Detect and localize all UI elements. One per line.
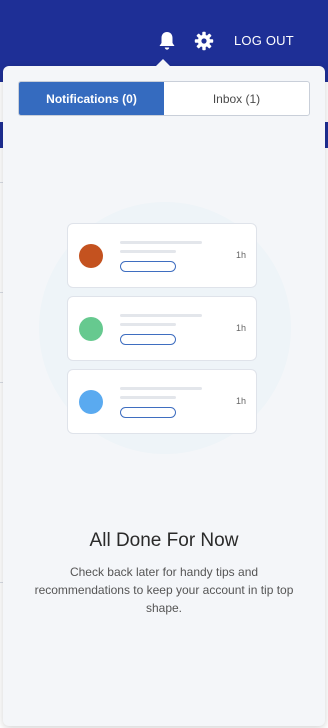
logout-button[interactable]: LOG OUT <box>234 33 294 48</box>
empty-state-title: All Done For Now <box>89 530 239 551</box>
avatar-dot <box>79 390 103 414</box>
gear-icon[interactable] <box>193 30 215 52</box>
card-time: 1h <box>235 323 246 333</box>
panel-caret <box>156 59 170 66</box>
bell-icon[interactable] <box>156 30 178 52</box>
placeholder-pill <box>120 334 176 345</box>
avatar-dot <box>79 317 103 341</box>
tab-notifications[interactable]: Notifications (0) <box>19 82 164 115</box>
placeholder-line <box>120 323 176 326</box>
placeholder-line <box>120 387 202 390</box>
illustration-card: 1h <box>67 223 257 288</box>
placeholder-line <box>120 396 176 399</box>
notifications-tabs: Notifications (0) Inbox (1) <box>18 81 310 116</box>
empty-state-description: Check back later for handy tips and reco… <box>34 565 294 615</box>
placeholder-line <box>120 314 202 317</box>
placeholder-line <box>120 250 176 253</box>
illustration-card: 1h <box>67 296 257 361</box>
placeholder-pill <box>120 407 176 418</box>
card-time: 1h <box>235 396 246 406</box>
illustration-card: 1h <box>67 369 257 434</box>
avatar-dot <box>79 244 103 268</box>
tab-inbox[interactable]: Inbox (1) <box>164 82 309 115</box>
card-time: 1h <box>235 250 246 260</box>
placeholder-line <box>120 241 202 244</box>
notifications-panel: Notifications (0) Inbox (1) 1h 1h 1h All… <box>3 59 325 726</box>
placeholder-pill <box>120 261 176 272</box>
